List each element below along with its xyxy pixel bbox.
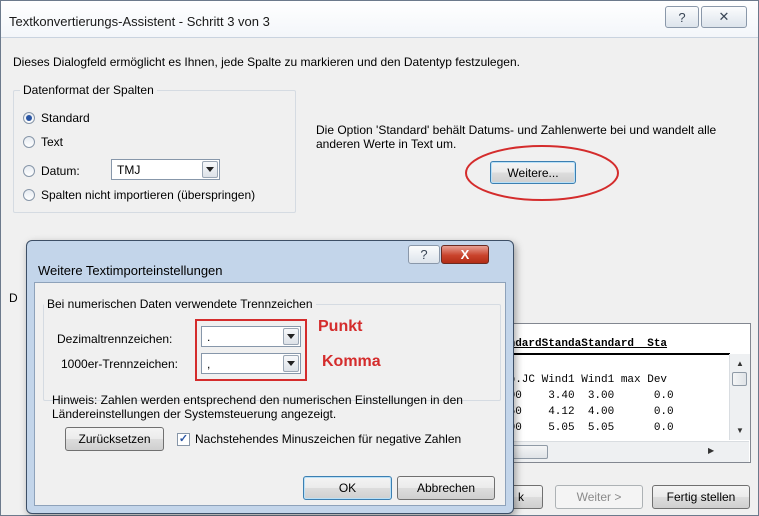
preview-row: .00 3.40 3.00 0.0 <box>502 390 674 402</box>
date-format-select[interactable]: TMJ <box>111 159 220 180</box>
radio-standard-label: Standard <box>41 111 90 125</box>
scroll-thumb[interactable] <box>732 372 747 386</box>
close-icon: ✕ <box>718 9 730 24</box>
intro-text: Dieses Dialogfeld ermöglicht es Ihnen, j… <box>13 55 520 69</box>
preview-header-divider <box>500 353 730 355</box>
overlay-titlebar[interactable]: Weitere Textimporteinstellungen ? X <box>27 241 513 281</box>
preview-vertical-scrollbar[interactable]: ▲ ▼ <box>729 354 750 440</box>
finish-button[interactable]: Fertig stellen <box>652 485 750 509</box>
annotation-komma: Komma <box>322 353 381 370</box>
close-icon: X <box>460 247 470 262</box>
radio-text-label: Text <box>41 135 64 149</box>
radio-skip[interactable]: Spalten nicht importieren (überspringen) <box>23 188 255 202</box>
close-button[interactable]: ✕ <box>701 6 747 28</box>
thousands-separator-label: 1000er-Trennzeichen: <box>61 357 178 371</box>
next-button[interactable]: Weiter > <box>555 485 643 509</box>
reset-button[interactable]: Zurücksetzen <box>65 427 164 451</box>
radio-date[interactable]: Datum: <box>23 164 80 178</box>
radio-date-icon[interactable] <box>23 165 35 177</box>
decimal-separator-label: Dezimaltrennzeichen: <box>57 332 173 346</box>
preview-header-row: andardStandaStandard Sta <box>502 338 668 350</box>
date-format-value: TMJ <box>117 163 141 177</box>
overlay-note-text: Hinweis: Zahlen werden entsprechend den … <box>52 393 463 421</box>
radio-date-label: Datum: <box>41 164 80 178</box>
cancel-button[interactable]: Abbrechen <box>397 476 495 500</box>
scroll-right-icon[interactable]: ▶ <box>708 446 714 455</box>
main-titlebar[interactable]: Textkonvertierungs-Assistent - Schritt 3… <box>1 1 758 38</box>
column-format-legend: Datenformat der Spalten <box>23 83 154 97</box>
preview-row: mp.JC Wind1 Wind1 max Dev <box>502 374 668 386</box>
ok-button[interactable]: OK <box>303 476 392 500</box>
radio-text-icon[interactable] <box>23 136 35 148</box>
chevron-down-icon[interactable] <box>202 161 218 178</box>
main-title: Textkonvertierungs-Assistent - Schritt 3… <box>9 14 270 29</box>
radio-standard-icon[interactable] <box>23 112 35 124</box>
overlay-title: Weitere Textimporteinstellungen <box>38 263 223 278</box>
help-button[interactable]: ? <box>665 6 699 28</box>
overlay-close-button[interactable]: X <box>441 245 489 264</box>
preview-row: .00 5.05 5.05 0.0 <box>502 422 674 434</box>
separator-group-legend: Bei numerischen Daten verwendete Trennze… <box>47 297 313 311</box>
annotation-punkt: Punkt <box>318 318 363 335</box>
preview-row: .50 4.12 4.00 0.0 <box>502 406 674 418</box>
overlay-help-button[interactable]: ? <box>408 245 440 264</box>
advanced-import-settings-dialog: Weitere Textimporteinstellungen ? X Bei … <box>26 240 514 514</box>
radio-text[interactable]: Text <box>23 135 63 149</box>
checkbox-checked-icon[interactable]: ✓ <box>177 432 190 446</box>
preview-label: D <box>9 291 18 305</box>
scroll-down-icon[interactable]: ▼ <box>736 426 744 435</box>
trailing-minus-checkbox-row[interactable]: ✓ Nachstehendes Minuszeichen für negativ… <box>177 432 461 446</box>
highlight-rectangle <box>195 319 307 381</box>
radio-skip-icon[interactable] <box>23 189 35 201</box>
overlay-client-area: Bei numerischen Daten verwendete Trennze… <box>34 282 506 506</box>
scroll-up-icon[interactable]: ▲ <box>736 359 744 368</box>
highlight-ellipse <box>465 145 619 201</box>
radio-skip-label: Spalten nicht importieren (überspringen) <box>41 188 256 202</box>
help-icon: ? <box>678 9 686 25</box>
radio-standard[interactable]: Standard <box>23 111 90 125</box>
data-preview[interactable]: andardStandaStandard Sta mp.JC Wind1 Win… <box>499 323 751 463</box>
help-icon: ? <box>420 247 428 262</box>
preview-horizontal-scrollbar[interactable]: ▶ <box>500 441 749 462</box>
trailing-minus-label: Nachstehendes Minuszeichen für negative … <box>195 432 462 446</box>
